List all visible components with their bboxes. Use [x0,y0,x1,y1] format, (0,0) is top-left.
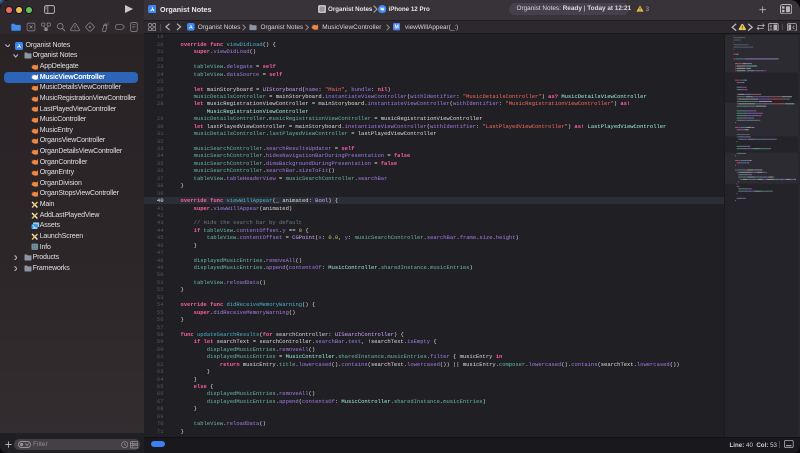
svg-text:M: M [394,25,398,31]
